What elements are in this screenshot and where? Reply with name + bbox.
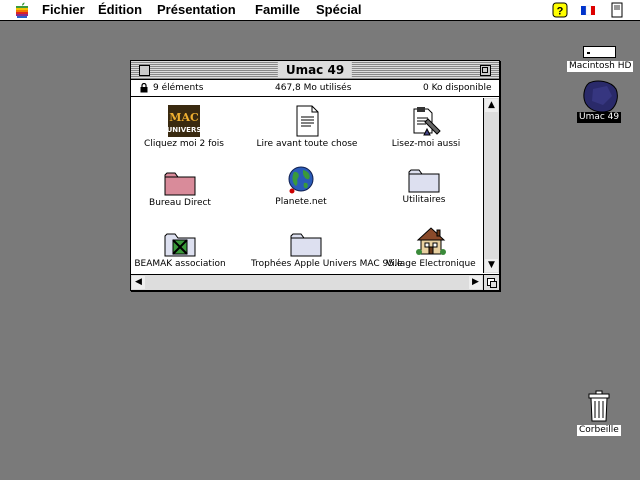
- items-count: 9 éléments: [153, 83, 204, 93]
- scroll-right-arrow-icon[interactable]: ▶: [469, 276, 482, 289]
- menu-bar: Fichier Édition Présentation Famille Spé…: [0, 0, 640, 21]
- globe-icon: [288, 166, 314, 194]
- item-cliquez-moi[interactable]: MAC UNIVERS Cliquez moi 2 fois: [131, 105, 239, 150]
- window-info-bar: 9 éléments 467,8 Mo utilisés 0 Ko dispon…: [131, 80, 499, 97]
- item-trophees[interactable]: Trophées Apple Univers MAC 95.e: [251, 231, 403, 270]
- menu-presentation[interactable]: Présentation: [157, 2, 236, 17]
- menu-famille[interactable]: Famille: [255, 2, 300, 17]
- hard-disk-icon[interactable]: [583, 45, 616, 59]
- item-label: Cliquez moi 2 fois: [144, 139, 224, 149]
- help-menu-icon[interactable]: ?: [552, 2, 568, 18]
- item-label: Bureau Direct: [149, 198, 211, 208]
- item-village-electronique[interactable]: Village Electronique: [376, 225, 483, 270]
- vertical-scrollbar[interactable]: ▲ ▼: [483, 98, 499, 273]
- item-label: Trophées Apple Univers MAC 95.e: [251, 259, 403, 269]
- window-title-bar[interactable]: Umac 49: [131, 61, 499, 80]
- trash-label: Corbeille: [577, 425, 621, 436]
- finder-window: Umac 49 9 éléments 467,8 Mo utilisés 0 K…: [130, 60, 500, 291]
- menu-edition[interactable]: Édition: [98, 2, 142, 17]
- item-utilitaires[interactable]: Utilitaires: [369, 167, 479, 206]
- lock-icon: [140, 83, 148, 93]
- item-beamak[interactable]: BEAMAK association: [131, 231, 235, 270]
- text-document-icon: [296, 105, 319, 137]
- item-label: Village Electronique: [386, 259, 476, 269]
- window-title: Umac 49: [277, 62, 353, 78]
- zoom-box-icon[interactable]: [480, 65, 491, 76]
- item-label: Lire avant toute chose: [256, 139, 358, 149]
- item-lisez-moi[interactable]: Lisez-moi aussi: [371, 105, 481, 150]
- removable-disk-icon[interactable]: [583, 79, 619, 113]
- svg-text:UNIVERS: UNIVERS: [168, 126, 200, 134]
- menu-special[interactable]: Spécial: [316, 2, 362, 17]
- horizontal-scrollbar[interactable]: ◀ ▶: [131, 274, 483, 290]
- scroll-down-arrow-icon[interactable]: ▼: [485, 259, 498, 272]
- svg-text:?: ?: [557, 6, 564, 18]
- window-content: MAC UNIVERS Cliquez moi 2 fois Lire avan…: [131, 98, 483, 273]
- mac-univers-app-icon: MAC UNIVERS: [168, 105, 200, 137]
- trash-icon[interactable]: [588, 390, 610, 422]
- close-box-icon[interactable]: [139, 65, 150, 76]
- item-label: Lisez-moi aussi: [391, 139, 461, 149]
- french-flag-icon[interactable]: [580, 2, 596, 18]
- pink-folder-icon: [164, 172, 196, 196]
- macintosh-hd-label: Macintosh HD: [567, 61, 634, 72]
- item-label: Utilitaires: [402, 195, 446, 205]
- scroll-left-arrow-icon[interactable]: ◀: [132, 276, 145, 289]
- apple-menu-icon[interactable]: [15, 2, 29, 18]
- readme-document-icon: [413, 107, 441, 136]
- application-menu-icon[interactable]: [609, 2, 625, 18]
- item-label: BEAMAK association: [134, 259, 226, 269]
- size-box-icon[interactable]: [483, 274, 499, 290]
- available-space: 0 Ko disponible: [423, 83, 492, 93]
- house-icon: [416, 227, 446, 255]
- beamak-folder-icon: [164, 233, 196, 257]
- svg-text:MAC: MAC: [169, 111, 199, 124]
- item-planete-net[interactable]: Planete.net: [246, 165, 356, 208]
- scroll-up-arrow-icon[interactable]: ▲: [485, 99, 498, 112]
- folder-icon: [408, 169, 440, 193]
- item-lire-avant[interactable]: Lire avant toute chose: [252, 105, 362, 150]
- item-bureau-direct[interactable]: Bureau Direct: [131, 170, 235, 209]
- menu-fichier[interactable]: Fichier: [42, 2, 85, 17]
- umac-49-label: Umac 49: [577, 112, 622, 123]
- used-space: 467,8 Mo utilisés: [275, 83, 352, 93]
- folder-icon: [290, 233, 322, 257]
- item-label: Planete.net: [275, 197, 327, 207]
